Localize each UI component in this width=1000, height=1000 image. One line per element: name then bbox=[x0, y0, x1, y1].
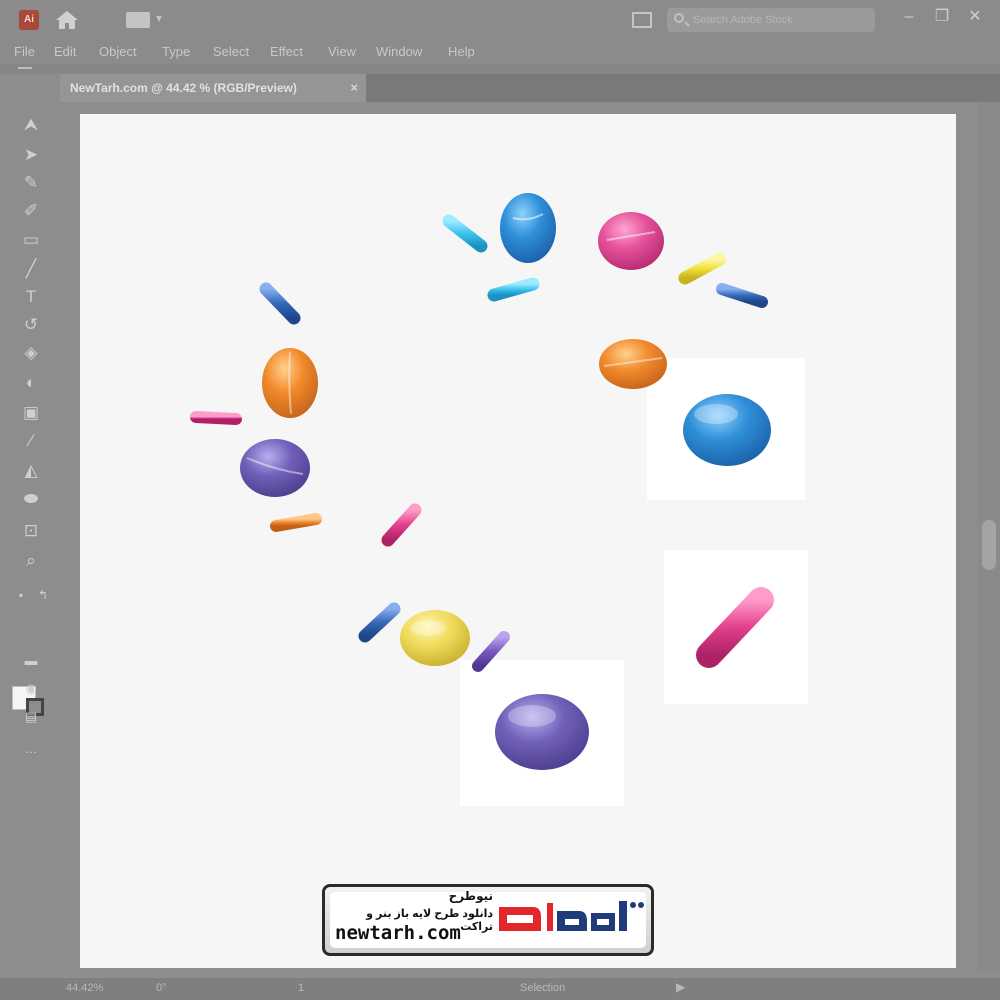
blue-candy-sample[interactable] bbox=[683, 394, 771, 466]
yellow-candy-bottom[interactable] bbox=[400, 610, 470, 666]
navy-sprinkle-3[interactable] bbox=[358, 602, 401, 643]
orange-candy-right[interactable] bbox=[599, 339, 667, 389]
watermark-title: نیوطرح bbox=[448, 889, 493, 903]
watermark-url: newtarh.com bbox=[335, 922, 461, 944]
artwork bbox=[190, 193, 808, 806]
zoom-level[interactable]: 44.42% bbox=[66, 982, 103, 994]
artboard-number[interactable]: 1 bbox=[298, 982, 304, 994]
cyan-sprinkle-2[interactable] bbox=[487, 277, 540, 302]
purple-candy-sample[interactable] bbox=[495, 694, 589, 770]
orange-sprinkle-1[interactable] bbox=[270, 513, 322, 532]
watermark-banner: نیوطرح دانلود طرح لایه باز بنر و تراکت n… bbox=[322, 884, 654, 956]
orange-candy-left[interactable] bbox=[262, 348, 318, 418]
play-icon[interactable]: ▶ bbox=[676, 980, 685, 994]
blue-candy-top[interactable] bbox=[500, 193, 556, 263]
newtarh-logo bbox=[493, 893, 645, 943]
status-bar: 44.42% 0° 1 Selection ▶ bbox=[0, 978, 1000, 1000]
yellow-sprinkle-1[interactable] bbox=[678, 252, 727, 285]
purple-candy-left[interactable] bbox=[240, 439, 310, 497]
rotation-field[interactable]: 0° bbox=[156, 982, 167, 994]
pink-sprinkle-1[interactable] bbox=[190, 411, 242, 425]
navy-sprinkle-2[interactable] bbox=[259, 282, 301, 325]
current-tool-label: Selection bbox=[520, 982, 566, 994]
cyan-sprinkle-1[interactable] bbox=[442, 214, 488, 253]
navy-sprinkle-1[interactable] bbox=[716, 283, 768, 308]
pink-candy-top[interactable] bbox=[598, 212, 664, 270]
pink-sprinkle-2[interactable] bbox=[381, 503, 422, 547]
